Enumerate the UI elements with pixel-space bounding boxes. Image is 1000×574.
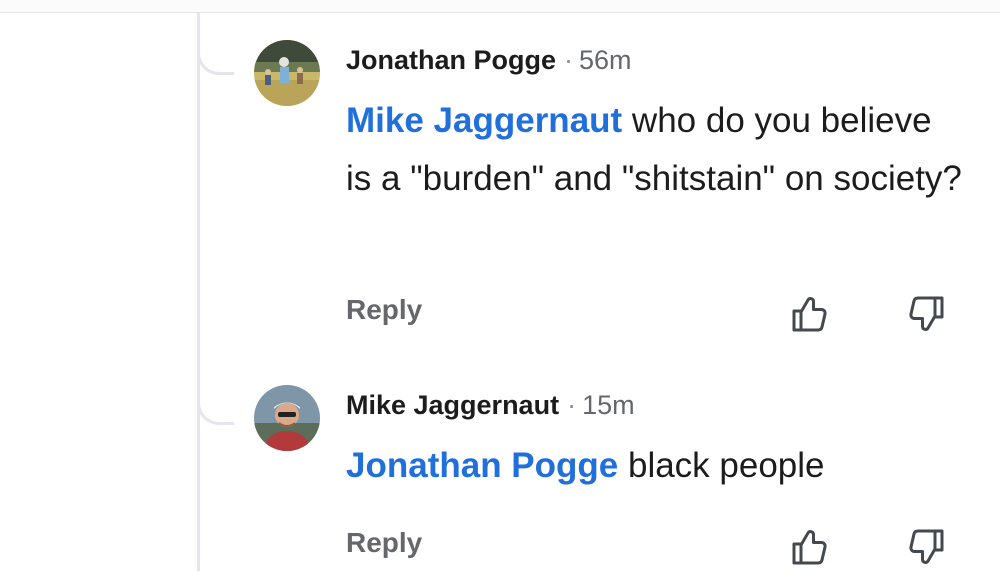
comment-text: Jonathan Pogge black people <box>346 437 966 495</box>
downvote-button[interactable] <box>906 525 950 569</box>
comment-timestamp[interactable]: 56m <box>579 45 632 75</box>
comment-timestamp[interactable]: 15m <box>582 390 635 420</box>
top-divider <box>0 0 1000 13</box>
comment-author[interactable]: Mike Jaggernaut <box>346 390 559 420</box>
comment-meta: Jonathan Pogge · 56m <box>346 40 966 80</box>
thumbs-down-icon <box>909 529 944 564</box>
avatar[interactable] <box>254 40 320 106</box>
upvote-button[interactable] <box>786 525 830 569</box>
upvote-button[interactable] <box>786 292 830 336</box>
avatar-photo <box>254 385 320 451</box>
avatar-photo <box>254 40 320 106</box>
meta-separator: · <box>564 45 574 75</box>
comment-actions: Reply <box>346 525 966 565</box>
comment-meta: Mike Jaggernaut · 15m <box>346 385 966 425</box>
thread-connector <box>197 44 234 75</box>
mention-link[interactable]: Mike Jaggernaut <box>346 101 622 140</box>
avatar[interactable] <box>254 385 320 451</box>
comment-body: black people <box>618 446 825 485</box>
comment-actions: Reply <box>346 292 966 332</box>
downvote-button[interactable] <box>906 292 950 336</box>
reply-button[interactable]: Reply <box>346 294 422 326</box>
comment-author[interactable]: Jonathan Pogge <box>346 45 556 75</box>
mention-link[interactable]: Jonathan Pogge <box>346 446 618 485</box>
thumbs-down-icon <box>909 296 944 331</box>
meta-separator: · <box>567 390 577 420</box>
comment-text: Mike Jaggernaut who do you believe is a … <box>346 92 966 208</box>
reply-button[interactable]: Reply <box>346 527 422 559</box>
thumbs-up-icon <box>792 530 827 565</box>
thread-connector <box>197 394 234 425</box>
thumbs-up-icon <box>792 297 827 332</box>
thread-line <box>197 12 200 571</box>
